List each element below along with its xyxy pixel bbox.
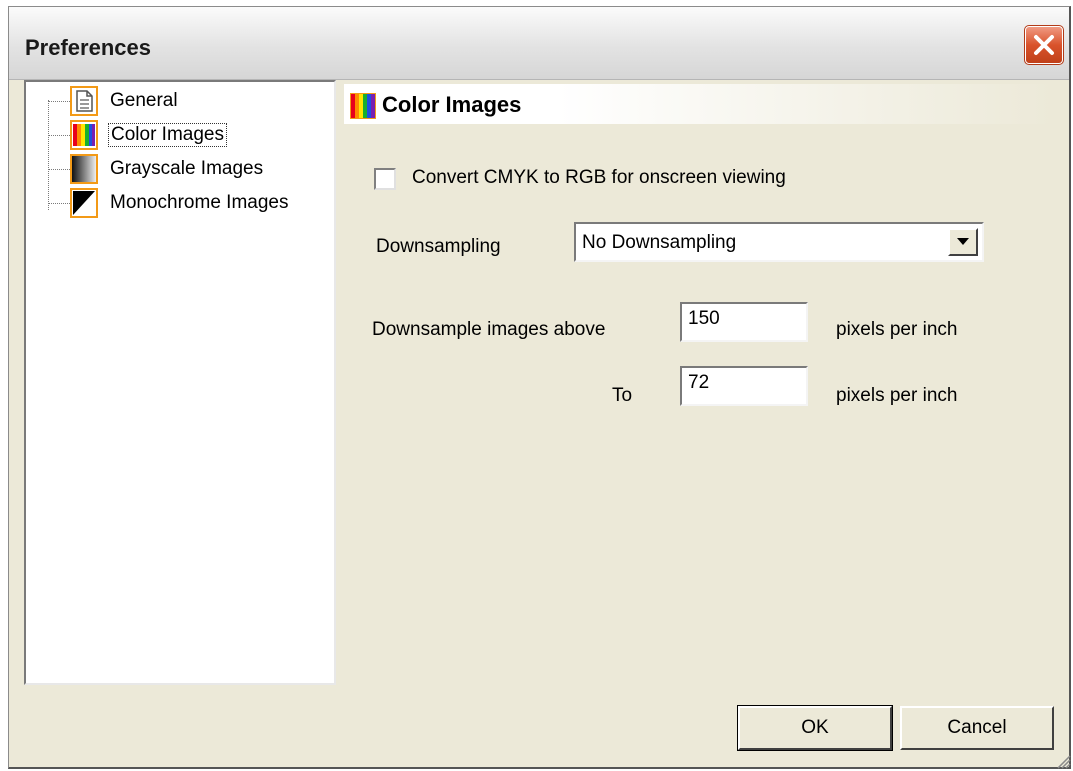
- resize-grip-icon[interactable]: [1053, 751, 1071, 769]
- convert-cmyk-label[interactable]: Convert CMYK to RGB for onscreen viewing: [412, 167, 786, 189]
- close-button[interactable]: [1024, 25, 1064, 65]
- tree-item-label: Color Images: [108, 123, 227, 147]
- tree-item-label: Grayscale Images: [110, 158, 264, 179]
- color-bars-icon: [70, 120, 98, 150]
- downsampling-value: No Downsampling: [582, 232, 737, 253]
- convert-cmyk-checkbox[interactable]: [374, 168, 396, 190]
- title-bar[interactable]: Preferences: [9, 7, 1069, 80]
- cancel-button[interactable]: Cancel: [900, 706, 1054, 750]
- panel-title: Color Images: [382, 92, 522, 117]
- color-bars-icon: [350, 93, 376, 119]
- downsample-above-input[interactable]: 150: [680, 302, 808, 342]
- downsampling-select[interactable]: No Downsampling: [574, 222, 984, 262]
- panel-header: Color Images: [344, 84, 1054, 124]
- tree-connector: [48, 100, 49, 210]
- category-tree[interactable]: General Color Images Grayscale Images Mo…: [24, 80, 336, 685]
- downsample-to-unit: pixels per inch: [836, 385, 958, 406]
- downsample-above-label: Downsample images above: [372, 319, 606, 340]
- close-icon: [1034, 35, 1054, 55]
- ok-button[interactable]: OK: [737, 705, 893, 751]
- tree-item-label: General: [110, 90, 178, 111]
- document-icon: [70, 86, 98, 116]
- monochrome-triangle-icon: [70, 188, 98, 218]
- downsample-to-label: To: [612, 385, 633, 406]
- downsample-above-unit: pixels per inch: [836, 319, 958, 340]
- dropdown-button[interactable]: [948, 228, 978, 256]
- window-title: Preferences: [25, 35, 151, 60]
- tree-item-label: Monochrome Images: [110, 192, 289, 213]
- downsampling-label: Downsampling: [376, 236, 501, 257]
- downsample-to-input[interactable]: 72: [680, 366, 808, 406]
- chevron-down-icon: [957, 238, 969, 245]
- grayscale-gradient-icon: [70, 154, 98, 184]
